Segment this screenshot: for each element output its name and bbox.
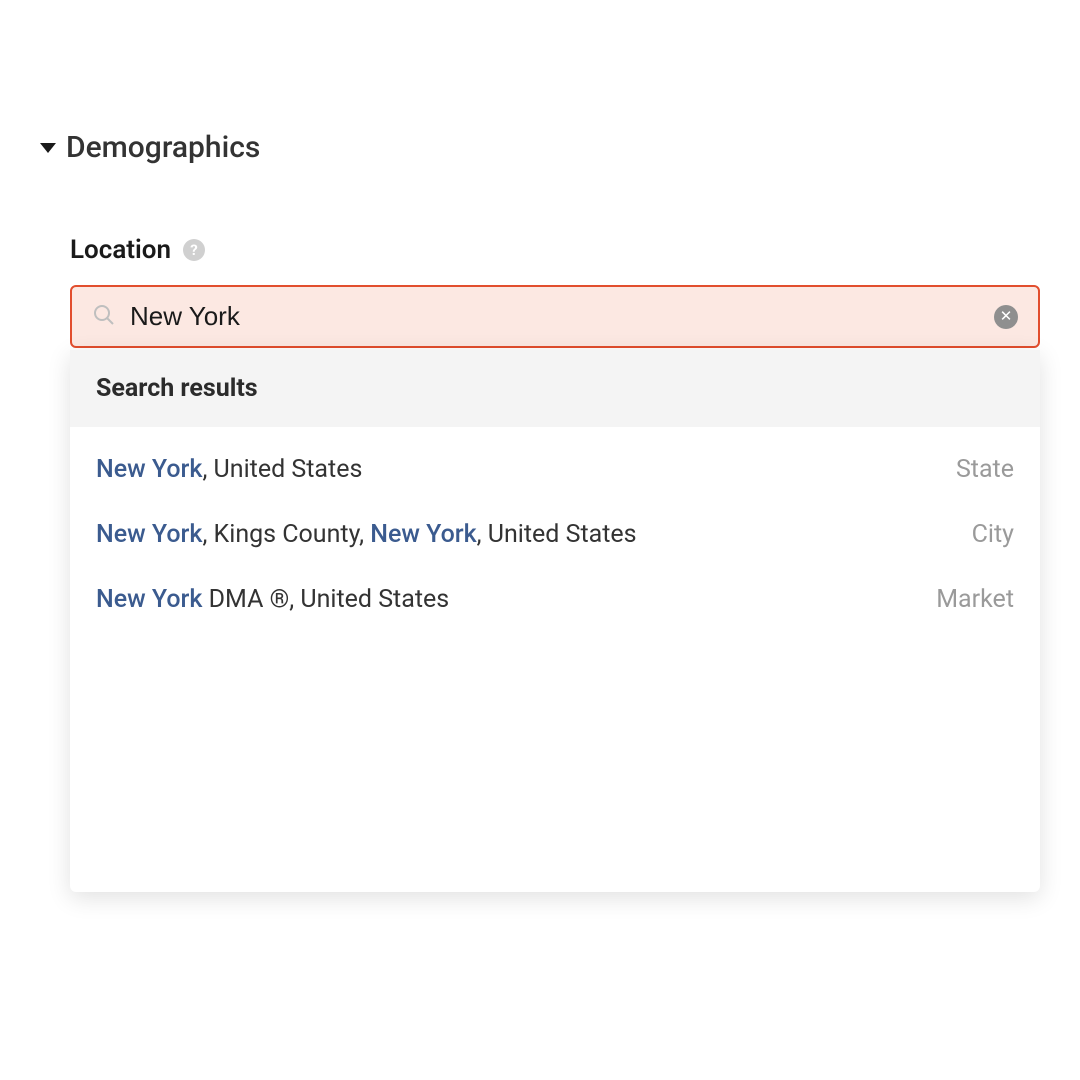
result-name: New York, Kings County, New York, United… — [96, 520, 637, 549]
clear-icon[interactable]: ✕ — [994, 305, 1018, 329]
results-header: Search results — [70, 350, 1040, 427]
search-results-dropdown: Search results New York, United StatesSt… — [70, 350, 1040, 892]
result-text: DMA ®, United States — [202, 585, 449, 614]
result-text: , United States — [477, 520, 637, 549]
result-highlight: New York — [96, 455, 202, 484]
result-item[interactable]: New York, United States State — [70, 437, 1040, 502]
location-search-input[interactable] — [130, 301, 980, 332]
location-search-wrapper: ✕ Search results New York, United States… — [70, 285, 1040, 348]
result-name: New York DMA ®, United States — [96, 585, 449, 614]
result-type: Market — [936, 585, 1014, 614]
search-icon — [92, 303, 116, 331]
result-type: State — [956, 455, 1014, 484]
location-label: Location — [70, 235, 171, 265]
result-highlight: New York — [96, 520, 202, 549]
result-type: City — [972, 520, 1014, 549]
result-highlight: New York — [96, 585, 202, 614]
field-label-row: Location ? — [70, 235, 1040, 265]
location-search-box[interactable]: ✕ — [70, 285, 1040, 348]
location-field-group: Location ? ✕ Search results New York, Un… — [70, 235, 1040, 348]
result-item[interactable]: New York, Kings County, New York, United… — [70, 502, 1040, 567]
caret-down-icon — [40, 143, 56, 153]
result-text: , Kings County, — [202, 520, 370, 549]
results-list: New York, United StatesStateNew York, Ki… — [70, 427, 1040, 892]
section-header[interactable]: Demographics — [40, 130, 1040, 165]
result-item[interactable]: New York DMA ®, United States Market — [70, 567, 1040, 632]
result-name: New York, United States — [96, 455, 362, 484]
result-highlight: New York — [370, 520, 476, 549]
help-icon[interactable]: ? — [183, 239, 205, 261]
section-title: Demographics — [66, 130, 260, 165]
result-text: , United States — [202, 455, 362, 484]
